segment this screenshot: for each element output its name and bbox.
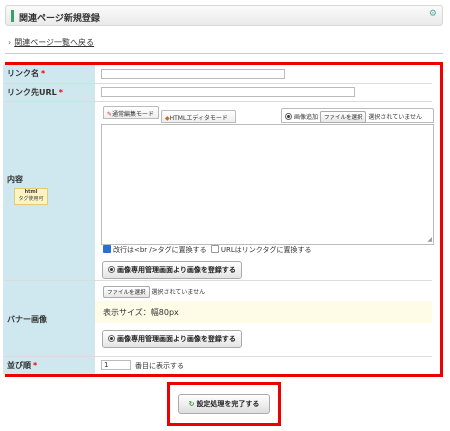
back-to-list-link[interactable]: › 関連ページ一覧へ戻る — [8, 37, 94, 48]
required-mark: * — [41, 69, 46, 78]
content-register-image-button[interactable]: 画像専用管理画面より画像を登録する — [102, 261, 242, 279]
tab-normal-edit[interactable]: ✎通常編集モード — [103, 106, 159, 119]
link-name-label: リンク名 * — [3, 65, 95, 83]
image-icon — [108, 265, 115, 273]
page-header: 関連ページ新規登録 ⚙ — [5, 5, 443, 26]
content-label: 内容 — [7, 175, 23, 184]
banner-file-select-button[interactable]: ファイルを選択 — [103, 286, 150, 298]
link-url-label: リンク先URL * — [3, 84, 95, 101]
banner-label-cell: バナー画像 — [3, 281, 95, 356]
checkbox-br-label: 改行は<br />タグに置換する — [113, 246, 207, 254]
tab-normal-label: 通常編集モード — [112, 111, 155, 118]
html-allowed-badge: html タグ使用可 — [14, 188, 48, 205]
refresh-icon: ↻ — [188, 400, 195, 408]
order-label-text: 並び順 — [7, 361, 31, 370]
link-name-label-text: リンク名 — [7, 69, 39, 78]
banner-size-strip: 表示サイズ：幅80px — [95, 301, 432, 323]
image-add-panel: 画像追加 ファイルを選択 選択されていません — [281, 108, 434, 123]
link-url-input[interactable] — [101, 87, 355, 97]
content-file-status: 選択されていません — [368, 114, 423, 121]
chevron-right-icon: › — [8, 38, 12, 47]
link-name-cell — [95, 65, 432, 83]
replace-options: 改行は<br />タグに置換する URLはリンクタグに置換する — [103, 245, 311, 255]
resize-handle-icon[interactable]: ◢ — [427, 237, 432, 243]
title-accent-bar — [11, 10, 14, 22]
submit-label: 設定処理を完了する — [196, 400, 260, 408]
checkbox-url-label: URLはリンクタグに置換する — [220, 246, 312, 254]
banner-register-image-button[interactable]: 画像専用管理画面より画像を登録する — [102, 330, 242, 348]
back-link-label[interactable]: 関連ページ一覧へ戻る — [14, 38, 94, 47]
link-url-cell — [95, 84, 432, 101]
required-mark: * — [58, 88, 63, 97]
submit-button[interactable]: ↻ 設定処理を完了する — [178, 394, 270, 414]
banner-file-row: ファイルを選択 選択されていません — [103, 286, 205, 298]
tab-html-editor[interactable]: ◆HTMLエディタモード — [161, 110, 236, 123]
order-cell: 1 番目に表示する — [95, 357, 432, 374]
banner-label: バナー画像 — [7, 315, 47, 324]
order-input[interactable]: 1 — [101, 360, 131, 370]
content-register-image-label: 画像専用管理画面より画像を登録する — [117, 266, 236, 274]
page-title: 関連ページ新規登録 — [19, 14, 100, 24]
content-file-select-button[interactable]: ファイルを選択 — [319, 111, 367, 123]
order-label: 並び順 * — [3, 357, 95, 374]
content-textarea[interactable]: ◢ — [101, 124, 434, 245]
checkbox-br-replace[interactable] — [103, 245, 111, 253]
banner-size-text: 表示サイズ：幅80px — [103, 308, 179, 317]
image-add-label: 画像追加 — [294, 114, 319, 121]
image-icon — [108, 334, 115, 342]
tab-html-label: HTMLエディタモード — [169, 115, 228, 122]
submit-highlight-frame: ↻ 設定処理を完了する — [167, 382, 281, 426]
banner-file-status: 選択されていません — [151, 289, 206, 296]
banner-register-image-label: 画像専用管理画面より画像を登録する — [117, 335, 236, 343]
gear-icon[interactable]: ⚙ — [429, 9, 437, 19]
order-suffix: 番目に表示する — [135, 362, 184, 370]
link-url-label-text: リンク先URL — [7, 88, 57, 97]
html-badge-subtext: タグ使用可 — [18, 196, 44, 202]
required-mark: * — [33, 361, 38, 370]
checkbox-url-replace[interactable] — [210, 245, 219, 253]
link-name-input[interactable] — [101, 69, 285, 79]
html-badge-text: html — [24, 189, 38, 195]
divider — [5, 53, 443, 54]
radio-icon — [285, 113, 292, 120]
